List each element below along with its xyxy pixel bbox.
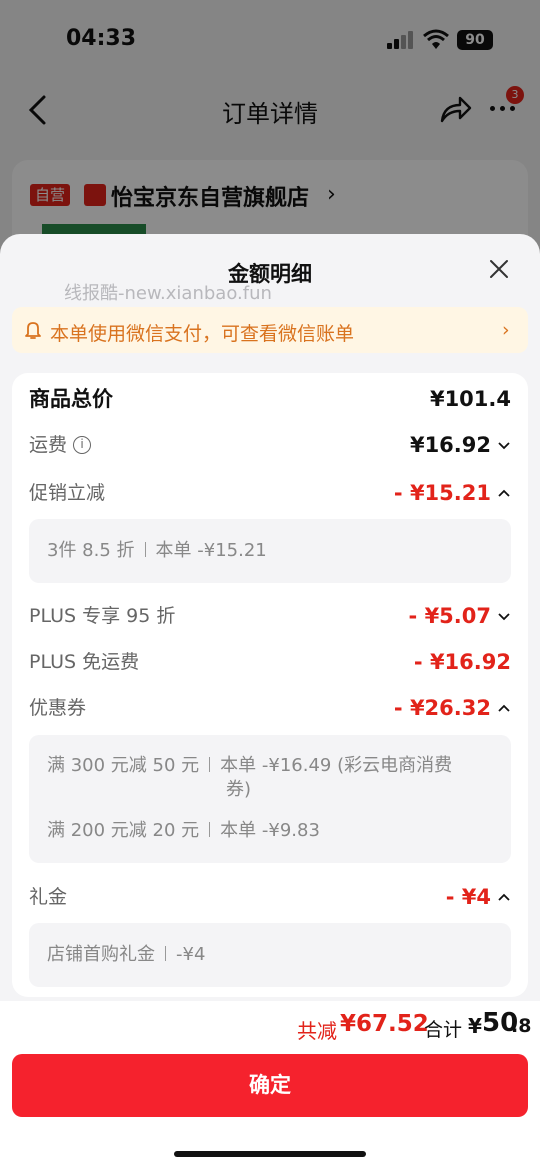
total-decimal: .8 <box>511 1015 532 1037</box>
total-saved-label: 共减 <box>297 1019 337 1043</box>
bell-icon <box>25 322 41 339</box>
coupon-value: - ¥26.32 <box>393 696 491 720</box>
coupon-1-amount: 本单 -¥16.49 (彩云电商消费 <box>220 755 453 776</box>
shipping-value: ¥16.92 <box>409 433 491 457</box>
wechat-pay-notice[interactable]: 本单使用微信支付，可查看微信账单 › <box>12 307 528 353</box>
chevron-up-icon <box>498 489 510 497</box>
gift-label: 礼金 <box>29 886 68 908</box>
info-icon[interactable]: i <box>73 436 91 454</box>
chevron-right-icon: › <box>502 319 510 341</box>
promo-detail-line: 3件 8.5 折本单 -¥15.21 <box>47 539 267 563</box>
gift-detail-line: 店铺首购礼金 -¥4 <box>47 943 205 967</box>
coupon-2-rule: 满 200 元减 20 元 <box>47 820 200 841</box>
total-saved-amount: ¥67.52 <box>340 1011 429 1037</box>
gift-detail-rule: 店铺首购礼金 <box>47 944 155 965</box>
home-indicator[interactable] <box>174 1151 366 1157</box>
goods-total-label: 商品总价 <box>29 387 113 411</box>
promo-detail-rule: 3件 8.5 折 <box>47 540 135 561</box>
gift-value: - ¥4 <box>445 885 491 909</box>
goods-total-value: ¥101.4 <box>429 387 511 411</box>
plus-discount-value: - ¥5.07 <box>408 604 491 628</box>
chevron-down-icon <box>498 442 510 450</box>
plus-free-shipping-label: PLUS 免运费 <box>29 651 140 673</box>
notice-text: 本单使用微信支付，可查看微信账单 <box>50 323 355 345</box>
promo-value: - ¥15.21 <box>393 481 491 505</box>
chevron-down-icon <box>498 613 510 621</box>
promo-detail: 3件 8.5 折本单 -¥15.21 <box>29 519 511 583</box>
plus-discount-label: PLUS 专享 95 折 <box>29 605 176 627</box>
plus-free-shipping-row: PLUS 免运费 - ¥16.92 <box>29 646 511 678</box>
close-icon[interactable] <box>488 258 510 280</box>
coupon-detail: 满 300 元减 50 元本单 -¥16.49 (彩云电商消费 券) 满 200… <box>29 735 511 863</box>
gift-detail-amount: -¥4 <box>176 944 206 965</box>
coupon-detail-line-1: 满 300 元减 50 元本单 -¥16.49 (彩云电商消费 <box>47 754 452 778</box>
chevron-up-icon <box>498 893 510 901</box>
amount-detail-sheet: 金额明细 线报酷-new.xianbao.fun 本单使用微信支付，可查看微信账… <box>0 234 540 1170</box>
coupon-row[interactable]: 优惠券 - ¥26.32 <box>29 692 511 724</box>
coupon-2-amount: 本单 -¥9.83 <box>220 820 320 841</box>
gift-row[interactable]: 礼金 - ¥4 <box>29 881 511 913</box>
shipping-label: 运费 <box>29 434 68 456</box>
coupon-detail-line-2: 满 200 元减 20 元本单 -¥9.83 <box>47 819 320 843</box>
promo-detail-amount: 本单 -¥15.21 <box>155 540 267 561</box>
gift-detail: 店铺首购礼金 -¥4 <box>29 923 511 987</box>
plus-discount-row[interactable]: PLUS 专享 95 折 - ¥5.07 <box>29 600 511 632</box>
watermark-text: 线报酷-new.xianbao.fun <box>64 283 272 304</box>
confirm-button[interactable]: 确定 <box>12 1054 528 1117</box>
total-label: 合计 <box>424 1019 463 1041</box>
promo-label: 促销立减 <box>29 482 106 504</box>
chevron-up-icon <box>498 704 510 712</box>
sheet-footer: 共减 ¥67.52 合计 ¥ 50 .8 确定 <box>0 1001 540 1170</box>
coupon-1-rule: 满 300 元减 50 元 <box>47 755 200 776</box>
breakdown-card: 商品总价 ¥101.4 运费 i ¥16.92 促销立减 - ¥15.21 3件… <box>12 373 528 997</box>
total-currency: ¥ <box>468 1014 482 1038</box>
coupon-label: 优惠券 <box>29 697 87 719</box>
plus-free-shipping-value: - ¥16.92 <box>413 650 511 674</box>
promo-row[interactable]: 促销立减 - ¥15.21 <box>29 477 511 509</box>
coupon-detail-line-1-wrap: 券) <box>226 779 252 800</box>
shipping-row[interactable]: 运费 i ¥16.92 <box>29 429 511 461</box>
goods-total-row: 商品总价 ¥101.4 <box>29 383 511 415</box>
